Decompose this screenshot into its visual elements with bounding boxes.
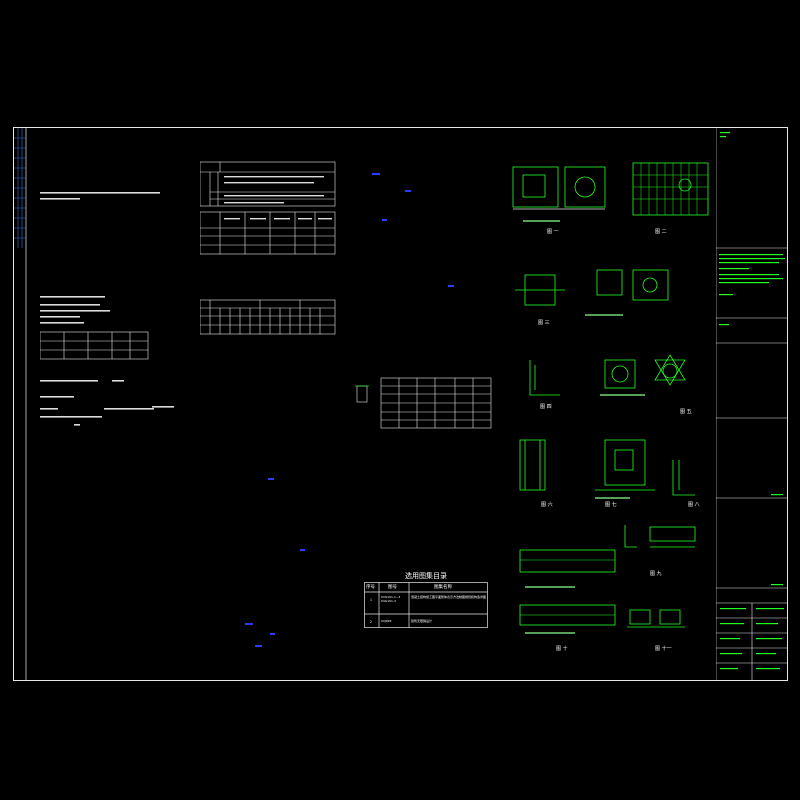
- annotation-mark: [255, 645, 262, 647]
- detail-drawings: [512, 162, 709, 634]
- annotation-mark: [405, 190, 411, 192]
- figure-label: 图 四: [540, 404, 552, 410]
- annotation-mark: [270, 633, 275, 635]
- figure-label: 图 十一: [655, 646, 672, 652]
- title-block: [716, 128, 788, 680]
- catalog-header-no: 序号: [366, 585, 375, 590]
- figure-label: 图 六: [541, 502, 553, 508]
- catalog-header-name: 图集名称: [434, 585, 452, 590]
- material-tables: [200, 161, 336, 335]
- annotation-mark: [372, 173, 380, 175]
- catalog-row-name: 建筑无障碍设计: [411, 619, 433, 623]
- drawing-catalog: 选用图集目录 序号 图号 图集名称 1 03G101-1~3 04G101-3 …: [364, 572, 488, 628]
- figure-label: 图 七: [605, 502, 617, 508]
- catalog-row-no: 1: [370, 598, 373, 602]
- figure-label: 图 五: [680, 409, 692, 415]
- annotation-mark: [448, 285, 454, 287]
- annotation-mark: [300, 549, 305, 551]
- catalog-row-code: 03G101-1~3 04G101-3: [381, 595, 401, 603]
- annotation-mark: [382, 219, 387, 221]
- figure-label: 图 二: [655, 229, 667, 235]
- catalog-header-code: 图号: [388, 585, 397, 590]
- catalog-row-code: 03J926: [381, 619, 392, 623]
- catalog-title: 选用图集目录: [405, 572, 447, 580]
- left-binding-strip: [14, 128, 27, 680]
- figure-label: 图 九: [650, 571, 662, 577]
- figure-label: 图 一: [547, 229, 559, 235]
- figure-label: 图 三: [538, 320, 550, 326]
- figure-label: 图 十: [556, 646, 568, 652]
- annotation-mark: [245, 623, 253, 625]
- annotation-mark: [268, 478, 274, 480]
- catalog-row-name: 混凝土结构施工图平面整体表示方法制图规则和构造详图: [411, 595, 487, 599]
- steel-ratio-table: [355, 377, 492, 429]
- figure-label: 图 八: [688, 502, 700, 508]
- general-notes: [40, 192, 174, 426]
- catalog-row-no: 2: [370, 620, 373, 624]
